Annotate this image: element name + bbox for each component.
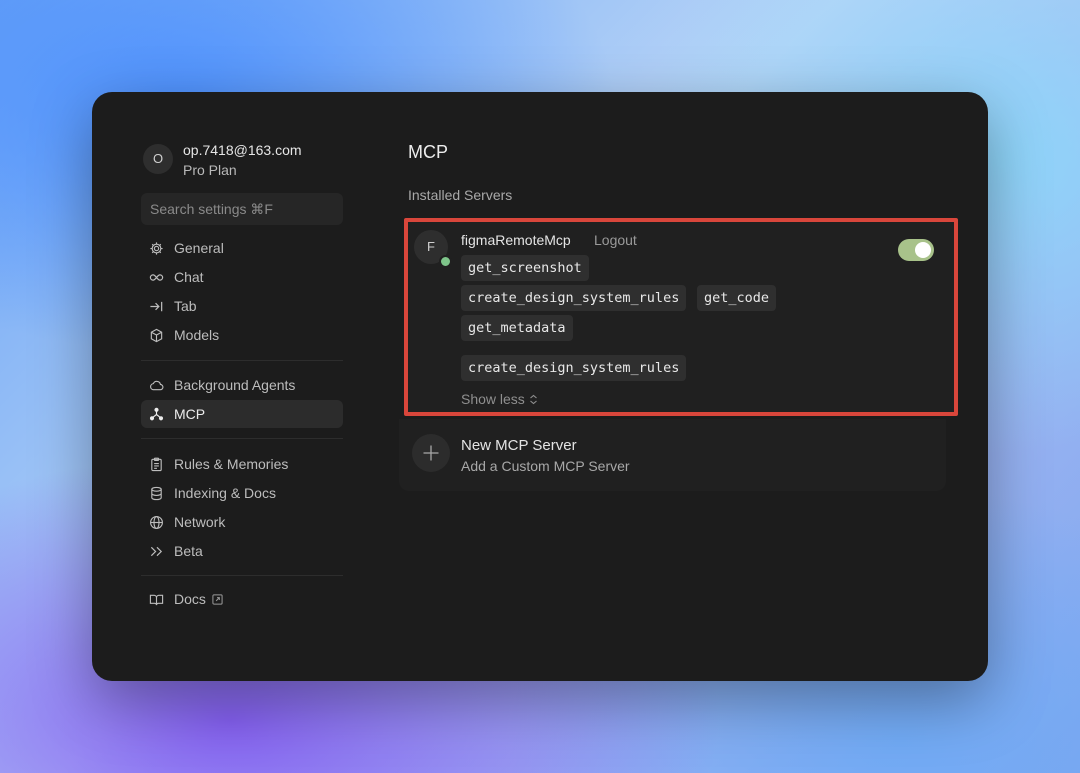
sidebar-item-mcp[interactable]: MCP (141, 400, 343, 428)
sidebar-item-label: Tab (174, 298, 197, 314)
show-less-label: Show less (461, 391, 525, 407)
sidebar-item-background-agents[interactable]: Background Agents (141, 371, 343, 399)
avatar: O (143, 144, 173, 174)
chevron-updown-icon (529, 394, 537, 405)
sidebar-item-general[interactable]: General (141, 234, 343, 262)
sidebar-item-network[interactable]: Network (141, 508, 343, 536)
server-card-figma: F figmaRemoteMcp Logout get_screenshot c… (404, 218, 958, 416)
book-icon (149, 594, 164, 606)
double-chevron-icon (150, 546, 163, 557)
plus-circle (412, 434, 450, 472)
docs-label: Docs (174, 591, 206, 607)
sidebar-item-models[interactable]: Models (141, 321, 343, 349)
sidebar-item-label: General (174, 240, 224, 256)
sidebar-item-tab[interactable]: Tab (141, 292, 343, 320)
sidebar-item-rules-memories[interactable]: Rules & Memories (141, 450, 343, 478)
clipboard-icon (151, 457, 162, 472)
settings-window: O op.7418@163.com Pro Plan General Chat … (92, 92, 988, 681)
server-enable-toggle[interactable] (898, 239, 934, 261)
sidebar-item-label: Network (174, 514, 226, 530)
account-header[interactable]: O op.7418@163.com Pro Plan (141, 140, 343, 180)
sidebar-item-beta[interactable]: Beta (141, 537, 343, 565)
arrow-right-bar-icon (150, 301, 163, 312)
mcp-icon (149, 407, 164, 421)
sidebar-item-label: Background Agents (174, 377, 296, 393)
sidebar-item-label: Models (174, 327, 220, 343)
sidebar-item-label: MCP (174, 406, 206, 422)
status-dot (439, 255, 452, 268)
sidebar-item-label: Chat (174, 269, 204, 285)
gear-icon (150, 242, 163, 255)
new-server-title: New MCP Server (461, 437, 577, 454)
new-server-subtitle: Add a Custom MCP Server (461, 458, 630, 474)
cube-icon (150, 328, 163, 343)
sidebar-item-chat[interactable]: Chat (141, 263, 343, 291)
sidebar: O op.7418@163.com Pro Plan General Chat … (141, 92, 343, 681)
cloud-icon (150, 380, 164, 391)
logout-link[interactable]: Logout (594, 232, 637, 248)
sidebar-item-label: Beta (174, 543, 203, 559)
sidebar-item-label: Indexing & Docs (174, 485, 276, 501)
external-link-icon (212, 594, 223, 605)
server-name: figmaRemoteMcp (461, 232, 571, 248)
toggle-knob (915, 242, 931, 258)
page-title: MCP (408, 142, 448, 162)
new-mcp-server-button[interactable]: New MCP Server Add a Custom MCP Server (399, 419, 946, 491)
sidebar-item-label: Rules & Memories (174, 456, 289, 472)
tool-chip: get_code (697, 285, 777, 311)
show-less-toggle[interactable]: Show less (461, 391, 538, 407)
sidebar-divider (141, 438, 343, 439)
tool-chip: get_metadata (461, 315, 573, 341)
account-email: op.7418@163.com (183, 142, 302, 158)
search-input[interactable] (141, 193, 343, 225)
tool-chip: create_design_system_rules (461, 355, 687, 381)
sidebar-item-docs[interactable]: Docs (141, 585, 343, 613)
sidebar-item-label: Docs (174, 591, 223, 607)
tool-chip: create_design_system_rules (461, 285, 687, 311)
sidebar-divider (141, 575, 343, 576)
globe-icon (150, 516, 163, 529)
account-plan: Pro Plan (183, 162, 237, 178)
section-title-installed-servers: Installed Servers (408, 187, 513, 203)
sidebar-item-indexing-docs[interactable]: Indexing & Docs (141, 479, 343, 507)
tool-chip: get_screenshot (461, 255, 589, 281)
database-icon (151, 486, 162, 501)
plus-icon (423, 445, 439, 461)
infinity-icon (149, 274, 164, 281)
sidebar-divider (141, 360, 343, 361)
